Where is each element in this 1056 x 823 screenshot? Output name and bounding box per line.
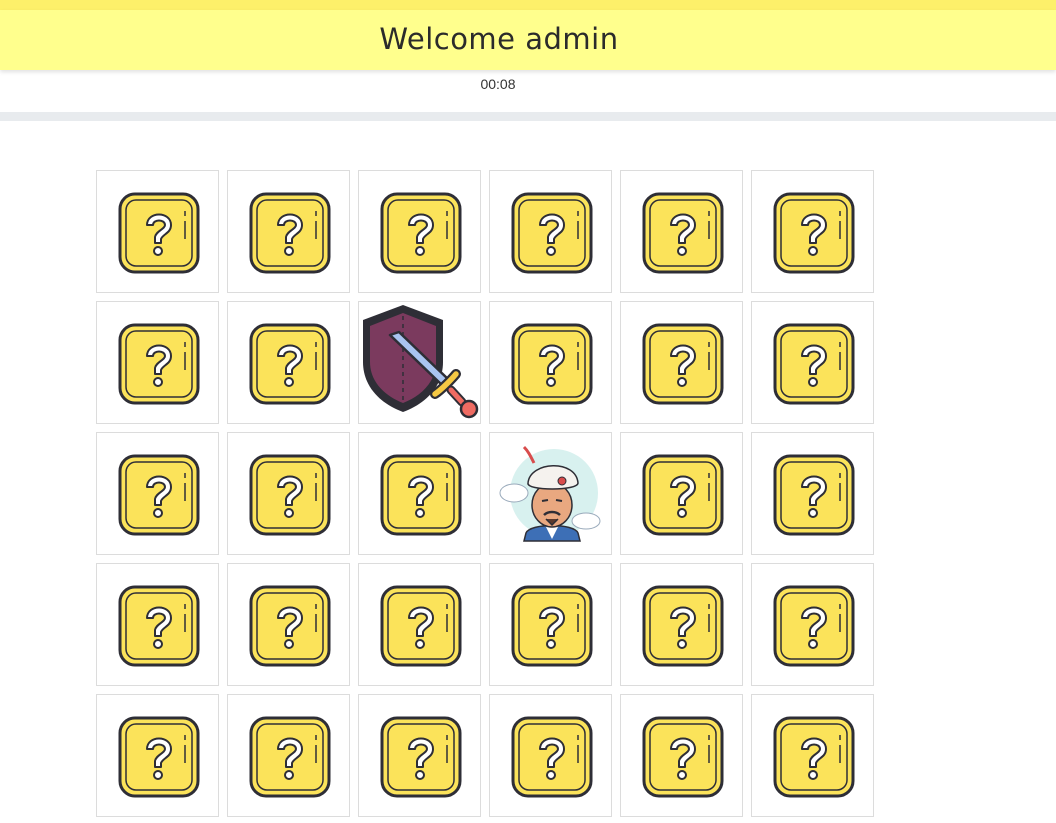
memory-card[interactable]	[227, 301, 350, 424]
memory-card[interactable]	[96, 563, 219, 686]
memory-card[interactable]	[358, 170, 481, 293]
page-title: Welcome admin	[379, 22, 619, 56]
game-timer: 00:08	[480, 76, 516, 92]
memory-card[interactable]	[620, 301, 743, 424]
question-box-icon	[118, 454, 200, 536]
question-box-icon	[118, 323, 200, 405]
question-box-icon	[642, 323, 724, 405]
memory-card[interactable]	[227, 170, 350, 293]
question-box-icon	[773, 454, 855, 536]
question-box-icon	[380, 454, 462, 536]
question-box-icon	[511, 192, 593, 274]
question-box-icon	[380, 192, 462, 274]
question-box-icon	[249, 192, 331, 274]
section-divider	[0, 112, 1056, 121]
memory-card[interactable]	[620, 170, 743, 293]
question-box-icon	[773, 192, 855, 274]
question-box-icon	[642, 192, 724, 274]
memory-card[interactable]	[489, 170, 612, 293]
memory-card[interactable]	[227, 694, 350, 817]
top-strip	[0, 0, 1056, 10]
genie-icon	[499, 445, 601, 542]
question-box-icon	[118, 192, 200, 274]
memory-card[interactable]	[751, 432, 874, 555]
memory-card[interactable]	[358, 432, 481, 555]
memory-card[interactable]	[96, 170, 219, 293]
question-box-icon	[118, 716, 200, 798]
memory-card[interactable]	[227, 432, 350, 555]
memory-card[interactable]	[751, 563, 874, 686]
memory-card[interactable]	[620, 694, 743, 817]
memory-card[interactable]	[489, 694, 612, 817]
question-box-icon	[511, 585, 593, 667]
shield-sword-icon	[363, 305, 479, 419]
question-box-icon	[511, 716, 593, 798]
question-box-icon	[642, 585, 724, 667]
memory-card[interactable]	[489, 432, 612, 555]
question-box-icon	[380, 585, 462, 667]
question-box-icon	[249, 454, 331, 536]
question-box-icon	[249, 716, 331, 798]
memory-card[interactable]	[489, 563, 612, 686]
memory-card[interactable]	[489, 301, 612, 424]
memory-card[interactable]	[620, 432, 743, 555]
memory-card[interactable]	[227, 563, 350, 686]
question-box-icon	[773, 585, 855, 667]
question-box-icon	[249, 585, 331, 667]
memory-card[interactable]	[358, 301, 481, 424]
memory-card[interactable]	[358, 563, 481, 686]
question-box-icon	[642, 716, 724, 798]
header-bar: Welcome admin	[0, 10, 1056, 70]
question-box-icon	[773, 716, 855, 798]
memory-card[interactable]	[96, 301, 219, 424]
memory-card[interactable]	[96, 694, 219, 817]
memory-card[interactable]	[751, 694, 874, 817]
question-box-icon	[773, 323, 855, 405]
question-box-icon	[511, 323, 593, 405]
memory-card[interactable]	[96, 432, 219, 555]
question-box-icon	[642, 454, 724, 536]
memory-card[interactable]	[620, 563, 743, 686]
question-box-icon	[380, 716, 462, 798]
memory-card[interactable]	[358, 694, 481, 817]
memory-card[interactable]	[751, 170, 874, 293]
question-box-icon	[249, 323, 331, 405]
memory-card[interactable]	[751, 301, 874, 424]
question-box-icon	[118, 585, 200, 667]
